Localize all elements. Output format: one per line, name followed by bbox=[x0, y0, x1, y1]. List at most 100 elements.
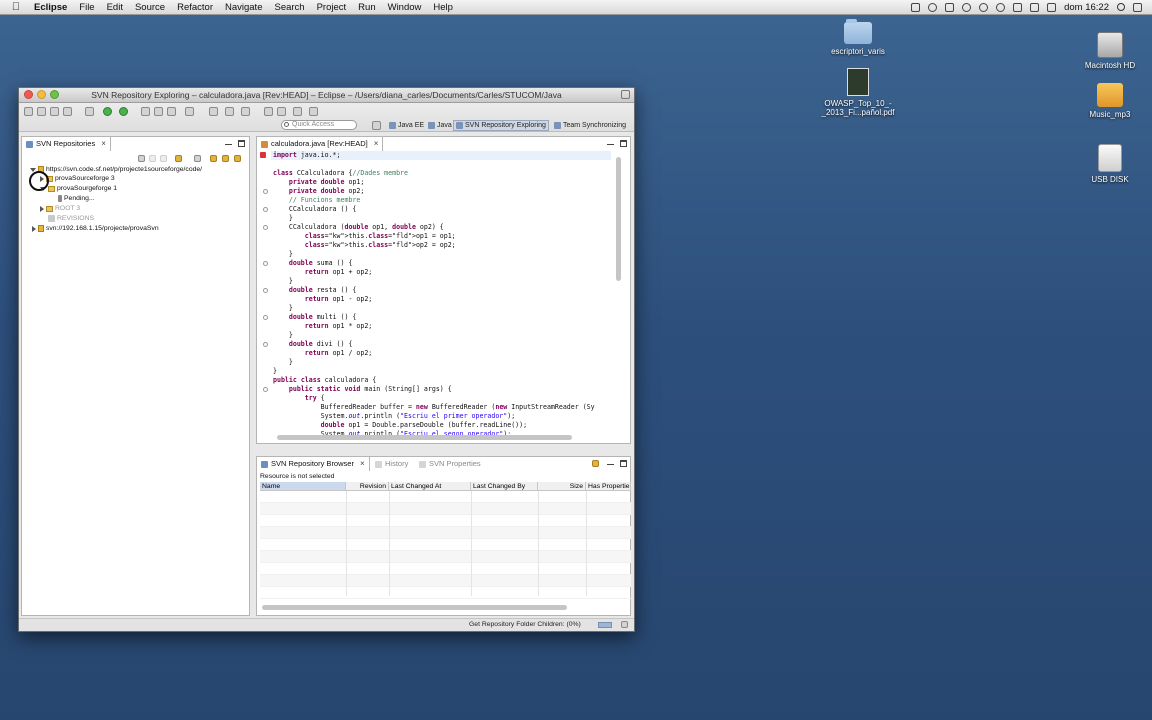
code-line[interactable]: return op1 - op2; bbox=[273, 295, 373, 304]
network-icon[interactable] bbox=[911, 2, 921, 12]
search-icon[interactable] bbox=[167, 107, 176, 116]
minimize-window-button[interactable] bbox=[37, 90, 46, 99]
column-has-properties[interactable]: Has Propertie bbox=[586, 482, 631, 491]
code-line[interactable]: System.out.println ("Escriu el primer op… bbox=[273, 412, 516, 421]
back-icon[interactable] bbox=[149, 155, 156, 162]
column-last-changed-by[interactable]: Last Changed By bbox=[471, 482, 538, 491]
menu-project[interactable]: Project bbox=[317, 2, 347, 13]
fullscreen-icon[interactable] bbox=[621, 90, 630, 99]
code-line[interactable]: } bbox=[273, 358, 293, 367]
close-window-button[interactable] bbox=[24, 90, 33, 99]
tree-item-repo-provasvn[interactable]: svn://192.168.1.15/projecte/provaSvn bbox=[32, 224, 159, 233]
desktop-icon-escriptori-varis[interactable]: escriptori_varis bbox=[813, 19, 903, 56]
menu-navigate[interactable]: Navigate bbox=[225, 2, 263, 13]
code-line[interactable]: } bbox=[273, 367, 277, 376]
new-java-project-icon[interactable] bbox=[141, 107, 150, 116]
minimize-view-icon[interactable] bbox=[607, 140, 614, 145]
annotation-icon[interactable] bbox=[185, 107, 194, 116]
add-folder-icon[interactable] bbox=[222, 155, 229, 162]
column-last-changed-at[interactable]: Last Changed At bbox=[389, 482, 471, 491]
menu-window[interactable]: Window bbox=[388, 2, 422, 13]
collapse-all-icon[interactable] bbox=[194, 155, 201, 162]
expand-arrow-icon[interactable] bbox=[32, 225, 36, 232]
code-line[interactable]: public static void main (String[] args) … bbox=[273, 385, 452, 394]
column-size[interactable]: Size bbox=[538, 482, 586, 491]
battery-icon[interactable] bbox=[1030, 2, 1040, 12]
tree-item-provasourceforge-3[interactable]: provaSourceforge 3 bbox=[40, 174, 115, 183]
perspective-team-synchronizing[interactable]: Team Synchronizing bbox=[552, 120, 628, 131]
save-icon[interactable] bbox=[37, 107, 46, 116]
menu-refactor[interactable]: Refactor bbox=[177, 2, 213, 13]
forward-icon[interactable] bbox=[241, 107, 250, 116]
new-repository-location-icon[interactable] bbox=[210, 155, 217, 162]
tab-calculadora-java[interactable]: calculadora.java [Rev:HEAD] × bbox=[257, 137, 384, 151]
fold-icon[interactable] bbox=[263, 288, 268, 293]
new-icon[interactable] bbox=[24, 107, 33, 116]
debug-icon[interactable] bbox=[85, 107, 94, 116]
print-icon[interactable] bbox=[63, 107, 72, 116]
maximize-view-icon[interactable] bbox=[238, 140, 245, 147]
fold-icon[interactable] bbox=[263, 315, 268, 320]
fold-icon[interactable] bbox=[263, 261, 268, 266]
tree-item-revisions[interactable]: REVISIONS bbox=[48, 214, 94, 223]
import-icon[interactable] bbox=[234, 155, 241, 162]
code-line[interactable]: } bbox=[273, 214, 293, 223]
code-line[interactable]: return op1 * op2; bbox=[273, 322, 373, 331]
refresh-icon[interactable] bbox=[175, 155, 182, 162]
expand-arrow-icon[interactable] bbox=[40, 205, 44, 212]
close-icon[interactable]: × bbox=[374, 137, 379, 151]
maximize-view-icon[interactable] bbox=[620, 460, 627, 467]
browser-horizontal-scrollbar[interactable] bbox=[262, 605, 567, 610]
code-line[interactable]: BufferedReader buffer = new BufferedRead… bbox=[273, 403, 595, 412]
code-line[interactable]: double divi () { bbox=[273, 340, 353, 349]
run-icon[interactable] bbox=[103, 107, 112, 116]
editor-vertical-scrollbar[interactable] bbox=[616, 157, 621, 281]
wifi-icon[interactable] bbox=[996, 2, 1006, 12]
sync-icon[interactable] bbox=[928, 2, 938, 12]
lock-icon[interactable] bbox=[138, 155, 145, 162]
code-line[interactable]: class="kw">this.class="fld">op2 = op2; bbox=[273, 241, 456, 250]
minimize-view-icon[interactable] bbox=[607, 460, 614, 465]
maximize-view-icon[interactable] bbox=[620, 140, 627, 147]
desktop-icon-usb-disk[interactable]: USB DISK bbox=[1065, 144, 1152, 184]
code-line[interactable]: double suma () { bbox=[273, 259, 353, 268]
code-line[interactable]: double op1 = Double.parseDouble (buffer.… bbox=[273, 421, 527, 430]
code-line[interactable]: } bbox=[273, 304, 293, 313]
quick-access-input[interactable]: Quick Access bbox=[281, 120, 357, 130]
menu-edit[interactable]: Edit bbox=[107, 2, 123, 13]
editor-horizontal-scrollbar[interactable] bbox=[277, 435, 572, 440]
fold-icon[interactable] bbox=[263, 207, 268, 212]
forward-nav-icon[interactable] bbox=[309, 107, 318, 116]
tab-svn-repository-browser[interactable]: SVN Repository Browser × bbox=[257, 457, 370, 471]
code-line[interactable]: // Funcions membre bbox=[273, 196, 360, 205]
tab-history[interactable]: History bbox=[375, 457, 408, 471]
code-line[interactable]: CCalculadora (double op1, double op2) { bbox=[273, 223, 444, 232]
clock-icon[interactable] bbox=[962, 2, 972, 12]
close-icon[interactable]: × bbox=[101, 137, 106, 151]
window-titlebar[interactable]: SVN Repository Exploring – calculadora.j… bbox=[19, 88, 634, 103]
menu-help[interactable]: Help bbox=[433, 2, 453, 13]
progress-icon[interactable] bbox=[598, 622, 612, 628]
minimize-view-icon[interactable] bbox=[225, 140, 232, 145]
refresh-icon[interactable] bbox=[592, 460, 599, 467]
volume-icon[interactable] bbox=[1013, 2, 1023, 12]
code-line[interactable]: private double op1; bbox=[273, 178, 364, 187]
save-all-icon[interactable] bbox=[50, 107, 59, 116]
code-line[interactable]: double multi () { bbox=[273, 313, 357, 322]
tree-item-root-3[interactable]: ROOT 3 bbox=[40, 204, 80, 213]
perspective-java-ee[interactable]: Java EE bbox=[387, 120, 426, 131]
back-icon[interactable] bbox=[225, 107, 234, 116]
desktop-icon-macintosh-hd[interactable]: Macintosh HD bbox=[1065, 32, 1152, 70]
error-marker-icon[interactable] bbox=[260, 152, 266, 158]
code-line[interactable]: } bbox=[273, 250, 293, 259]
code-line[interactable]: } bbox=[273, 331, 293, 340]
fold-icon[interactable] bbox=[263, 387, 268, 392]
code-line[interactable]: CCalculadora () { bbox=[273, 205, 357, 214]
bluetooth-icon[interactable] bbox=[979, 2, 989, 12]
notifications-icon[interactable] bbox=[1133, 2, 1142, 12]
menu-run[interactable]: Run bbox=[358, 2, 375, 13]
desktop-icon-owasp-pdf[interactable]: OWASP_Top_10_-_2013_Fi...pañol.pdf bbox=[813, 68, 903, 117]
desktop-icon-music-mp3[interactable]: Music_mp3 bbox=[1065, 83, 1152, 119]
history-icon[interactable] bbox=[277, 107, 286, 116]
perspective-svn-repository-exploring[interactable]: SVN Repository Exploring bbox=[453, 120, 549, 131]
